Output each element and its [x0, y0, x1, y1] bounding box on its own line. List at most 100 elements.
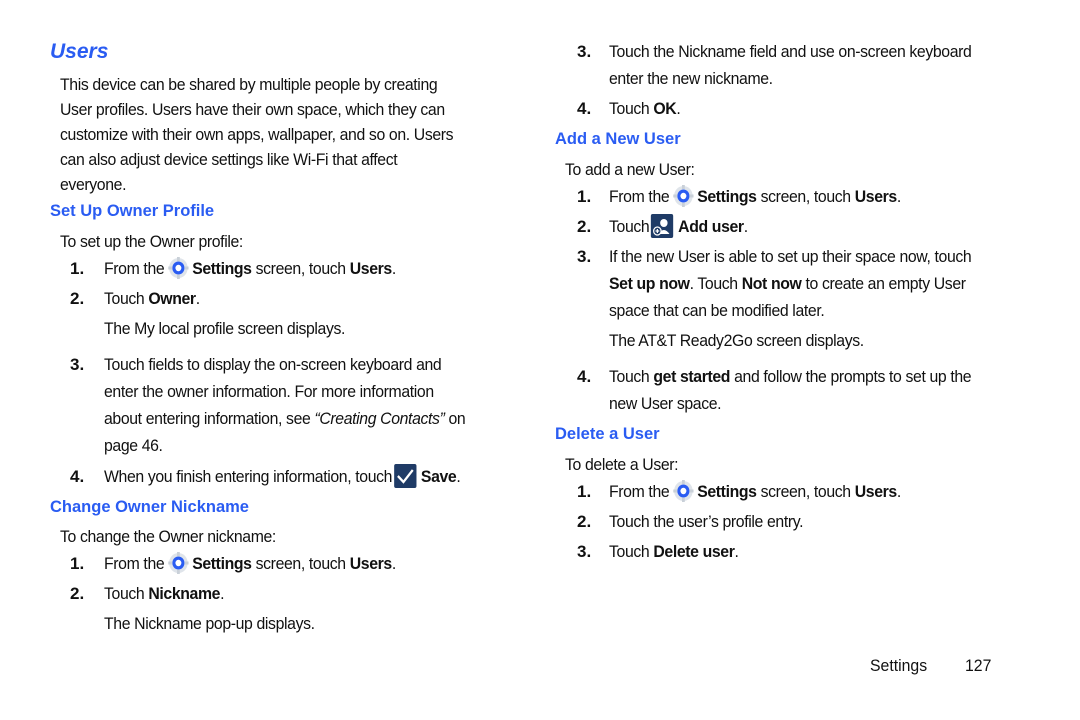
punct: . [391, 259, 396, 278]
step-text: From the Settings screen, touch Users. [104, 256, 396, 281]
step-text-part: Touch [609, 367, 650, 386]
section-lead: To add a new User: [565, 160, 695, 179]
settings-label: Settings [697, 482, 757, 501]
step-text: From the Settings screen, touch Users. [609, 184, 901, 209]
step-text: space that can be modified later. [609, 301, 825, 320]
users-label: Users [854, 482, 897, 501]
page-title: Users [50, 40, 109, 63]
add-user-icon [651, 214, 674, 238]
get-started-label: get started [653, 367, 731, 386]
step-text-part: screen, touch [760, 482, 851, 501]
settings-gear-icon [168, 257, 189, 279]
punct: . [734, 542, 739, 561]
step-number: 2. [577, 217, 592, 236]
step-number: 4. [577, 99, 592, 118]
step-text-part: screen, touch [255, 259, 346, 278]
intro-line: customize with their own apps, wallpaper… [60, 125, 454, 144]
step-number: 1. [577, 482, 592, 501]
step-number: 2. [70, 584, 85, 603]
users-label: Users [854, 187, 897, 206]
section-lead: To delete a User: [565, 455, 679, 474]
set-up-now-label: Set up now [609, 274, 690, 293]
step-text-part: and follow the prompts to set up the [734, 367, 972, 386]
step-text: new User space. [609, 394, 722, 413]
step-text: enter the owner information. For more in… [104, 382, 434, 401]
step-text-part: on [448, 409, 466, 428]
save-label: Save [420, 467, 457, 486]
step-text: Touch the user’s profile entry. [609, 512, 804, 531]
step-note: The AT&T Ready2Go screen displays. [609, 331, 864, 350]
intro-line: can also adjust device settings like Wi-… [60, 150, 398, 169]
step-text-part: . Touch [689, 274, 738, 293]
users-label: Users [349, 259, 392, 278]
step-text: Set up now. Touch Not now to create an e… [609, 271, 966, 296]
step-text-part: Touch [104, 289, 145, 308]
section-heading-delete-user: Delete a User [555, 425, 660, 443]
step-text: enter the new nickname. [609, 69, 773, 88]
step-note: The My local profile screen displays. [104, 319, 346, 338]
step-number: 3. [70, 355, 85, 374]
punct: . [676, 99, 681, 118]
intro-line: everyone. [60, 175, 127, 194]
step-text: If the new User is able to set up their … [609, 247, 972, 266]
punct: . [743, 217, 748, 236]
step-text-part: Touch [104, 584, 145, 603]
step-text: Touch Add user. [609, 214, 748, 239]
step-text-part: From the [609, 187, 670, 206]
step-text: Touch the Nickname field and use on-scre… [609, 42, 972, 61]
step-text: about entering information, see “Creatin… [104, 406, 466, 431]
not-now-label: Not now [741, 274, 802, 293]
step-number: 2. [70, 289, 85, 308]
step-text: From the Settings screen, touch Users. [609, 479, 901, 504]
step-text: Touch OK. [609, 96, 681, 121]
step-number: 3. [577, 247, 592, 266]
section-heading-setup-owner: Set Up Owner Profile [50, 202, 215, 220]
step-number: 1. [70, 259, 85, 278]
settings-label: Settings [697, 187, 757, 206]
punct: . [391, 554, 396, 573]
intro-line: This device can be shared by multiple pe… [60, 75, 438, 94]
punct: . [195, 289, 200, 308]
step-text-part: From the [104, 554, 165, 573]
step-text: Touch fields to display the on-screen ke… [104, 355, 442, 374]
cross-reference-link[interactable]: “Creating Contacts” [314, 409, 444, 428]
step-text-part: Touch [609, 217, 650, 236]
section-lead: To set up the Owner profile: [60, 232, 243, 251]
add-user-label: Add user [678, 217, 744, 236]
delete-user-label: Delete user [653, 542, 735, 561]
nickname-label: Nickname [148, 584, 221, 603]
step-text-part: When you finish entering information, to… [104, 467, 393, 486]
step-text-part: Touch [609, 542, 650, 561]
step-text: page 46. [104, 436, 163, 455]
users-label: Users [349, 554, 392, 573]
intro-line: User profiles. Users have their own spac… [60, 100, 445, 119]
step-text: Touch get started and follow the prompts… [609, 364, 972, 389]
step-number: 3. [577, 542, 592, 561]
step-text-part: to create an empty User [805, 274, 966, 293]
page-number: 127 [965, 656, 992, 675]
step-text: When you finish entering information, to… [104, 464, 461, 489]
step-text-part: screen, touch [255, 554, 346, 573]
settings-label: Settings [192, 554, 252, 573]
settings-gear-icon [673, 185, 694, 207]
step-note: The Nickname pop-up displays. [104, 614, 315, 633]
checkmark-save-icon [393, 464, 417, 488]
step-text: From the Settings screen, touch Users. [104, 551, 396, 576]
step-number: 3. [577, 42, 592, 61]
step-number: 1. [577, 187, 592, 206]
settings-label: Settings [192, 259, 252, 278]
owner-label: Owner [148, 289, 196, 308]
section-heading-add-user: Add a New User [555, 130, 681, 148]
section-heading-change-nickname: Change Owner Nickname [50, 498, 249, 516]
punct: . [220, 584, 225, 603]
step-number: 1. [70, 554, 85, 573]
step-text-part: about entering information, see [104, 409, 311, 428]
ok-label: OK [653, 99, 677, 118]
step-text: Touch Nickname. [104, 581, 225, 606]
settings-gear-icon [673, 480, 694, 502]
step-text-part: From the [609, 482, 670, 501]
step-text-part: From the [104, 259, 165, 278]
punct: . [456, 467, 461, 486]
step-text-part: screen, touch [760, 187, 851, 206]
punct: . [896, 482, 901, 501]
